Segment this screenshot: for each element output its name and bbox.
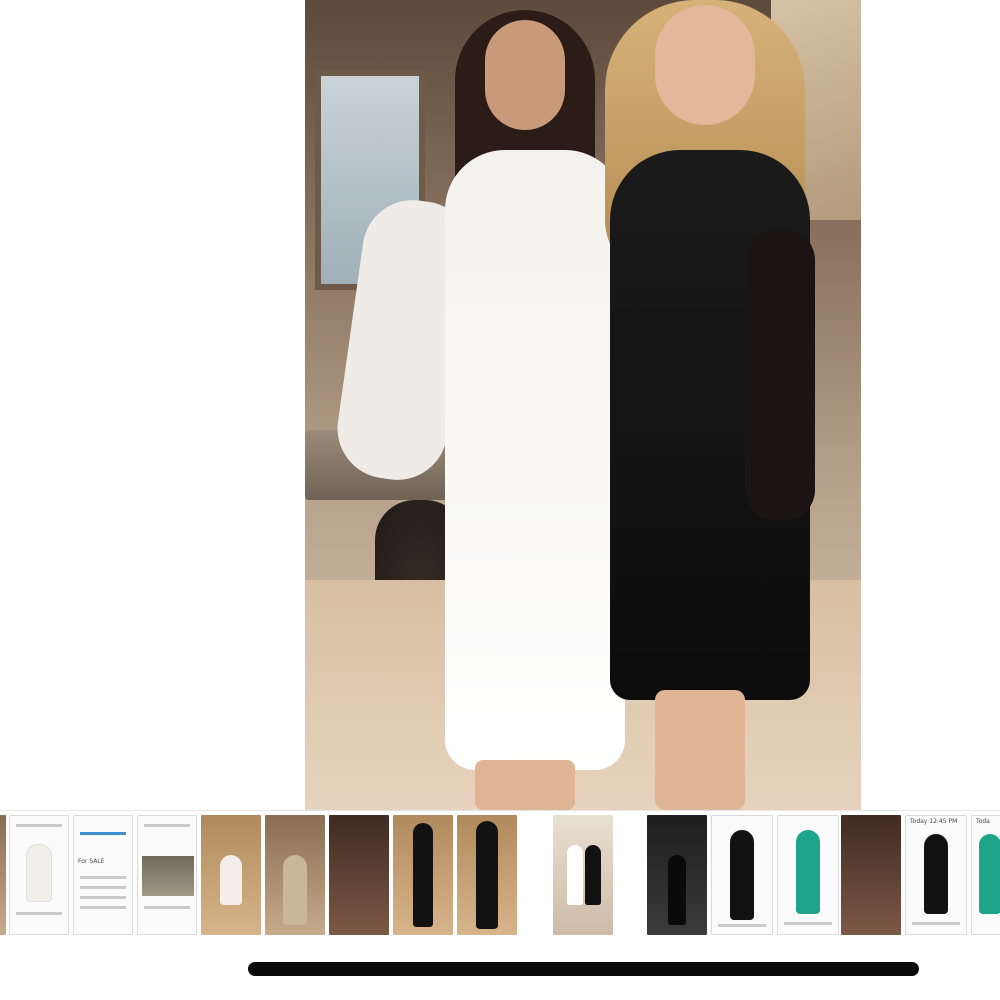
thumbnail[interactable] [201, 815, 261, 935]
thumbnail-screenshot[interactable]: For SALE [73, 815, 133, 935]
main-photo[interactable] [305, 0, 861, 810]
thumbnail[interactable] [457, 815, 517, 935]
person-right-lace-sleeve [745, 230, 815, 520]
thumbnail-screenshot[interactable] [777, 815, 839, 935]
thumbnail[interactable] [647, 815, 707, 935]
person-left-white-dress [445, 150, 625, 770]
thumbnail-selected[interactable] [551, 813, 615, 937]
photo-viewer [0, 0, 1000, 810]
thumbnail[interactable] [265, 815, 325, 935]
home-indicator[interactable] [248, 962, 919, 976]
thumbnail-screenshot[interactable] [137, 815, 197, 935]
thumbnail-strip[interactable]: For SALE Today 12:45 PM Toda [0, 810, 1000, 938]
person-left-face [485, 20, 565, 130]
thumbnail-screenshot[interactable] [711, 815, 773, 935]
thumbnail[interactable] [841, 815, 901, 935]
thumbnail[interactable] [329, 815, 389, 935]
thumbnail-text: For SALE [78, 858, 105, 865]
person-left-legs [475, 760, 575, 810]
thumbnail[interactable] [0, 815, 6, 935]
person-right-face [655, 5, 755, 125]
home-area [0, 938, 1000, 1000]
thumbnail-text: Toda [976, 818, 990, 825]
thumbnail-text: Today 12:45 PM [910, 818, 958, 825]
thumbnail-screenshot[interactable] [9, 815, 69, 935]
person-right-legs [655, 690, 745, 810]
thumbnail[interactable] [393, 815, 453, 935]
thumbnail-screenshot[interactable]: Toda [971, 815, 1000, 935]
thumbnail-screenshot[interactable]: Today 12:45 PM [905, 815, 967, 935]
